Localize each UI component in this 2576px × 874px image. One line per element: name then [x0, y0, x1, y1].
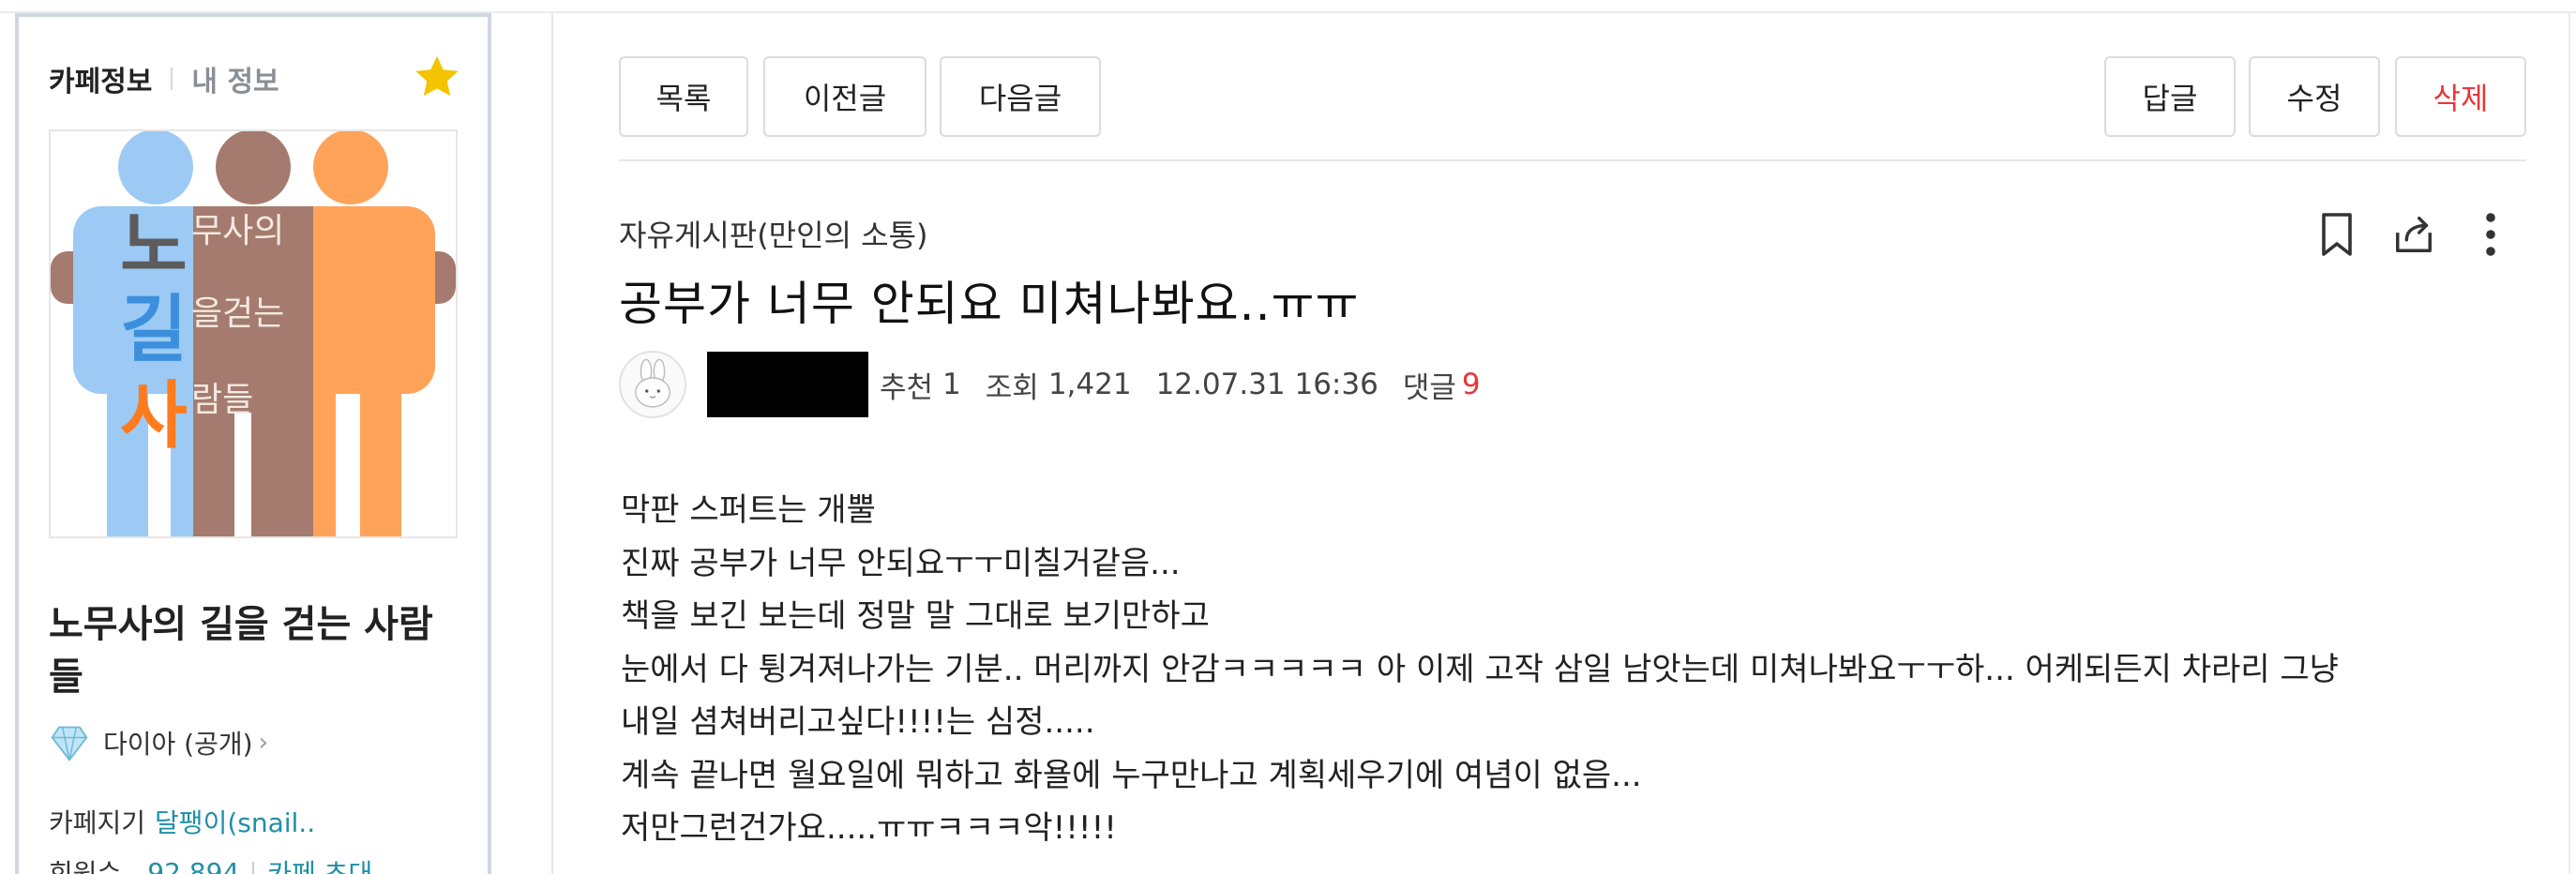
rabbit-avatar-icon: [635, 358, 670, 408]
grade-label: 다이아 (공개): [103, 729, 253, 760]
reply-button[interactable]: 답글: [2104, 56, 2236, 137]
recommend-label: 추천: [880, 370, 934, 405]
star-icon[interactable]: [411, 51, 463, 103]
cafe-info-sidebar: 카페정보 내 정보 노 길 사 무사의 을걷는 람들 노무사의 길을 걷는 사람…: [15, 13, 491, 874]
next-post-button[interactable]: 다음글: [940, 56, 1101, 137]
right-border: [2568, 13, 2570, 874]
logo-char-sa: 사: [120, 374, 188, 459]
logo-line-2: 을걷는: [191, 294, 284, 333]
recommend-count: 1: [942, 368, 961, 401]
share-icon[interactable]: [2386, 206, 2442, 263]
comments-count[interactable]: 9: [1462, 368, 1481, 401]
members-label: 회원수: [49, 858, 122, 874]
toolbar-divider: [619, 159, 2526, 161]
tab-cafe-info[interactable]: 카페정보: [49, 58, 152, 99]
diamond-icon: [51, 726, 88, 761]
tab-my-info[interactable]: 내 정보: [191, 58, 279, 99]
sidebar-divider: [551, 13, 553, 874]
post-line: 눈에서 다 튕겨져나가는 기분.. 머리까지 안감ㅋㅋㅋㅋㅋ 아 이제 고작 삼…: [621, 650, 2339, 688]
more-vertical-icon[interactable]: [2463, 206, 2519, 263]
members-count-link[interactable]: 92,894: [147, 857, 239, 874]
comments-label[interactable]: 댓글: [1403, 364, 1456, 406]
cafe-grade[interactable]: 다이아 (공개) ›: [49, 722, 268, 763]
post-title: 공부가 너무 안되요 미쳐나봐요..ㅠㅠ: [619, 277, 1360, 331]
logo-char-gil: 길: [120, 288, 188, 372]
row-divider: [252, 862, 255, 874]
author-avatar[interactable]: [619, 351, 686, 418]
prev-post-button[interactable]: 이전글: [763, 56, 926, 137]
list-button[interactable]: 목록: [619, 56, 748, 137]
post-line: 책을 보긴 보는데 정말 말 그대로 보기만하고: [621, 597, 1210, 635]
post-date: 12.07.31 16:36: [1155, 368, 1378, 401]
edit-button[interactable]: 수정: [2249, 56, 2380, 137]
logo-char-no: 노: [120, 203, 188, 288]
post-line: 막판 스퍼트는 개뿔: [621, 491, 876, 529]
sidebar-tabs: 카페정보 내 정보: [49, 58, 279, 99]
delete-button[interactable]: 삭제: [2395, 56, 2526, 137]
cafe-logo-art: 노 길 사 무사의 을걷는 람들: [51, 131, 456, 536]
post-line: 계속 끝나면 월요일에 뭐하고 화욜에 누구만나고 계획세우기에 여념이 없음.…: [621, 756, 1642, 794]
author-name-redacted[interactable]: [707, 352, 868, 417]
logo-line-1: 무사의: [191, 212, 284, 250]
chevron-right-icon: ›: [258, 729, 268, 757]
post-line: 진짜 공부가 너무 안되요ㅜㅜ미칠거같음...: [621, 544, 1181, 582]
cafe-logo[interactable]: 노 길 사 무사의 을걷는 람들: [49, 129, 458, 538]
post-content: 막판 스퍼트는 개뿔 진짜 공부가 너무 안되요ㅜㅜ미칠거같음... 책을 보긴…: [621, 484, 2534, 855]
invite-link[interactable]: 카페 초대: [267, 853, 372, 874]
board-link[interactable]: 자유게시판(만인의 소통): [619, 212, 928, 255]
post-line: 내일 셤쳐버리고싶다!!!!는 심정.....: [621, 703, 1095, 741]
logo-line-3: 람들: [191, 381, 253, 419]
post-meta: 추천 1 조회 1,421 12.07.31 16:36 댓글 9: [619, 351, 1481, 418]
manager-label: 카페지기: [49, 807, 146, 838]
bookmark-icon[interactable]: [2309, 206, 2365, 263]
manager-link[interactable]: 달팽이(snail..: [155, 803, 315, 840]
cafe-name[interactable]: 노무사의 길을 걷는 사람들: [49, 598, 461, 703]
tab-divider: [171, 68, 173, 90]
member-count-row: 회원수 92,894 카페 초대: [49, 853, 372, 874]
post-line: 저만그런건가요.....ㅠㅠㅋㅋㅋ악!!!!!: [621, 809, 1117, 847]
cafe-manager-row: 카페지기 달팽이(snail..: [49, 803, 315, 840]
views-label: 조회: [985, 370, 1039, 405]
views-count: 1,421: [1047, 368, 1132, 401]
